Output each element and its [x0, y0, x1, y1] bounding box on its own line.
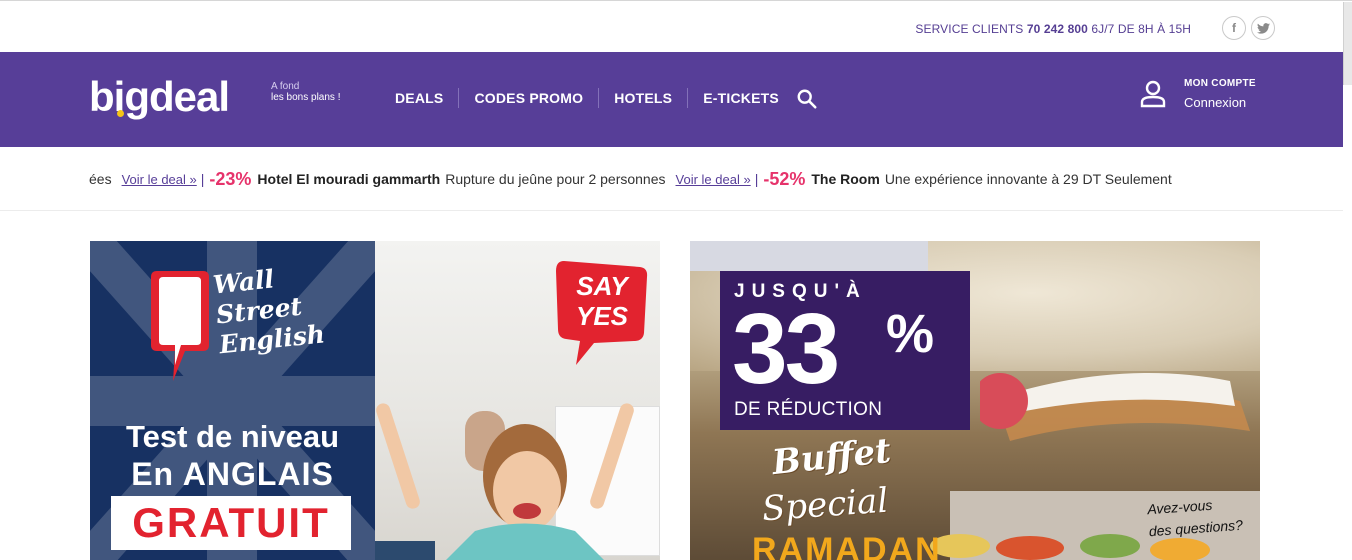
percent-sign: %	[886, 304, 935, 364]
customer-service-info: SERVICE CLIENTS 70 242 800 6J/7 DE 8H À …	[915, 22, 1191, 36]
ticker-track: ées Voir le deal » | -23% Hotel El moura…	[89, 167, 1261, 191]
nav-menu: DEALS CODES PROMO HOTELS E-TICKETS	[380, 88, 794, 108]
service-phone[interactable]: 70 242 800	[1027, 22, 1088, 36]
account-title: MON COMPTE	[1184, 78, 1256, 89]
buffet-title: Buffet	[770, 430, 893, 484]
top-bar: SERVICE CLIENTS 70 242 800 6J/7 DE 8H À …	[0, 2, 1343, 52]
logo-dot	[117, 110, 124, 117]
banner-wall-street-english[interactable]: Wall Street English Test de niveau En AN…	[90, 241, 660, 560]
ticker-prefix: ées	[89, 171, 112, 187]
scrollbar[interactable]	[1343, 2, 1352, 85]
ticker-separator: |	[200, 171, 205, 187]
deal-description: Rupture du jeûne pour 2 personnes	[445, 171, 666, 187]
wall-street-english-logo-icon	[151, 271, 209, 381]
tagline-line1: A fond	[271, 81, 300, 92]
window-strip	[690, 241, 928, 271]
buffet-station-image	[980, 373, 1250, 441]
service-hours: 6J/7 DE 8H À 15H	[1091, 22, 1191, 36]
page: SERVICE CLIENTS 70 242 800 6J/7 DE 8H À …	[0, 0, 1352, 560]
special-title: Special	[760, 480, 890, 530]
deal-name[interactable]: The Room	[811, 171, 879, 187]
facebook-icon[interactable]: f	[1222, 16, 1246, 40]
deal-name[interactable]: Hotel El mouradi gammarth	[257, 171, 440, 187]
twitter-icon[interactable]	[1251, 16, 1275, 40]
see-deal-link[interactable]: Voir le deal »	[676, 172, 751, 187]
user-icon[interactable]	[1140, 80, 1166, 108]
tagline: A fond les bons plans !	[271, 81, 341, 103]
cheering-student-image	[375, 403, 634, 560]
questions-prompt[interactable]: Avez-vous des questions?	[1147, 492, 1244, 542]
main-nav: bigdeal A fond les bons plans ! DEALS CO…	[0, 52, 1343, 147]
free-badge: GRATUIT	[111, 496, 351, 550]
nav-item-e-tickets[interactable]: E-TICKETS	[688, 88, 794, 108]
search-icon[interactable]	[796, 88, 818, 110]
banner-title-line2: En ANGLAIS	[131, 456, 334, 492]
discount-number: 33	[732, 293, 840, 405]
deal-discount: -23%	[209, 168, 252, 189]
nav-item-hotels[interactable]: HOTELS	[599, 88, 689, 108]
wall-street-english-wordmark: Wall Street English	[212, 260, 327, 361]
banner-left-panel: Wall Street English Test de niveau En AN…	[90, 241, 375, 560]
ticker-separator: |	[754, 171, 759, 187]
login-link[interactable]: Connexion	[1184, 95, 1246, 110]
banner-title-line1: Test de niveau	[125, 419, 340, 454]
nav-item-codes-promo[interactable]: CODES PROMO	[459, 88, 600, 108]
bubble-line2: YES	[575, 301, 629, 331]
deals-ticker: ées Voir le deal » | -23% Hotel El moura…	[0, 147, 1343, 211]
reduction-label: DE RÉDUCTION	[734, 399, 883, 420]
service-label: SERVICE CLIENTS	[915, 22, 1024, 36]
banner-buffet-ramadan[interactable]: JUSQU'À 33 % DE RÉDUCTION Buffet Special…	[690, 241, 1260, 560]
deal-description: Une expérience innovante à 29 DT Seuleme…	[884, 171, 1172, 187]
bubble-line1: SAY	[576, 271, 628, 301]
nav-item-deals[interactable]: DEALS	[380, 88, 460, 108]
see-deal-link[interactable]: Voir le deal »	[122, 172, 197, 187]
deal-discount: -52%	[763, 168, 806, 189]
logo-text: bigdeal	[89, 73, 230, 120]
ramadan-title: RAMADAN	[752, 531, 942, 560]
say-yes-text: SAY YES	[560, 271, 644, 331]
tagline-line2: les bons plans !	[271, 92, 341, 103]
logo[interactable]: bigdeal	[89, 72, 230, 122]
